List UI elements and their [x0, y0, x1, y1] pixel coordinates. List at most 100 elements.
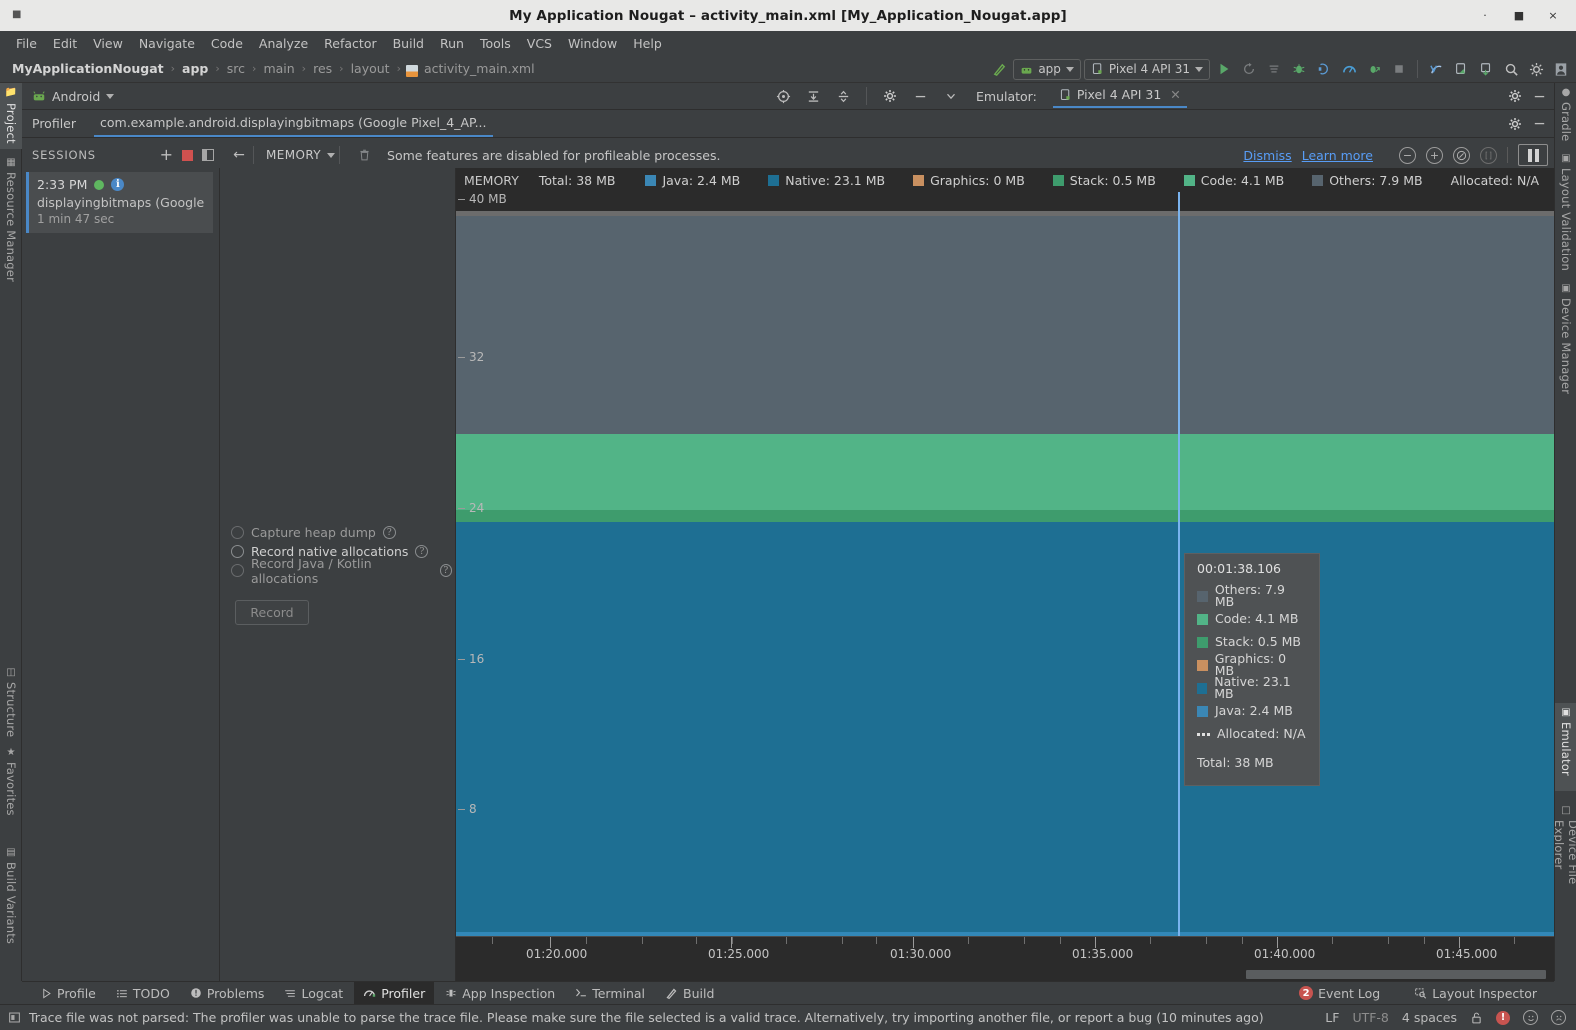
sidebar-item-structure[interactable]: ◫ Structure [0, 663, 22, 739]
memory-plot-area[interactable] [456, 211, 1554, 980]
breadcrumb-layout[interactable]: layout [349, 61, 392, 76]
breadcrumb-main[interactable]: main [261, 61, 296, 76]
stop-icon[interactable] [1388, 58, 1410, 80]
sidebar-item-project[interactable]: 📁 Project [0, 83, 22, 149]
sidebar-item-build-variants[interactable]: ▤ Build Variants [0, 843, 22, 949]
sidebar-item-favorites[interactable]: ★ Favorites [0, 743, 22, 823]
sad-face-icon[interactable] [1551, 1010, 1566, 1025]
menu-item-file[interactable]: File [8, 34, 45, 53]
menu-item-refactor[interactable]: Refactor [316, 34, 384, 53]
android-tool-window-title[interactable]: Android [32, 89, 115, 104]
rerun-icon[interactable] [1238, 58, 1260, 80]
attach-to-live-icon[interactable] [1480, 146, 1497, 164]
list-item[interactable]: 2:33 PM i displayingbitmaps (Google Pi..… [26, 172, 213, 233]
zoom-in-icon[interactable]: + [1426, 146, 1443, 164]
toggle-sessions-panel-button[interactable] [202, 149, 214, 161]
trash-icon[interactable] [358, 148, 371, 162]
hammer-icon[interactable] [988, 58, 1010, 80]
radio-button[interactable] [231, 545, 244, 558]
run-configuration-selector[interactable]: app [1013, 58, 1081, 80]
target-icon[interactable] [772, 85, 794, 107]
menu-item-navigate[interactable]: Navigate [131, 34, 203, 53]
expand-icon[interactable] [832, 85, 854, 107]
tab-profiler-session[interactable]: com.example.android.displayingbitmaps (G… [94, 111, 493, 137]
tab-logcat[interactable]: Logcat [275, 982, 352, 1005]
search-icon[interactable] [1500, 58, 1522, 80]
timeline-scrollbar[interactable] [1246, 970, 1546, 979]
option-capture-heap-dump[interactable]: Capture heap dump ? [231, 523, 452, 542]
tab-app-inspection[interactable]: App Inspection [436, 982, 564, 1005]
menu-item-vcs[interactable]: VCS [519, 34, 560, 53]
menu-item-analyze[interactable]: Analyze [251, 34, 316, 53]
help-icon[interactable]: ? [439, 564, 452, 577]
collapse-all-icon[interactable] [802, 85, 824, 107]
sidebar-item-emulator[interactable]: ▣ Emulator [1555, 703, 1576, 791]
pause-icon[interactable] [1518, 144, 1548, 166]
minimize-button[interactable]: · [1478, 9, 1492, 22]
minimize-tool-window-icon[interactable] [1528, 113, 1550, 135]
help-icon[interactable]: ? [382, 526, 396, 539]
hide-tool-window-icon[interactable] [909, 85, 931, 107]
sidebar-item-device-manager[interactable]: ▣ Device Manager [1555, 279, 1576, 395]
sidebar-item-gradle[interactable]: ● Gradle [1555, 83, 1576, 145]
tab-emulator-pixel4[interactable]: Pixel 4 API 31 ✕ [1052, 84, 1187, 108]
reset-zoom-icon[interactable] [1453, 146, 1470, 164]
maximize-button[interactable]: ■ [1512, 9, 1526, 22]
chevron-down-icon[interactable] [940, 85, 962, 107]
profile-icon[interactable] [1338, 58, 1360, 80]
account-icon[interactable] [1550, 58, 1572, 80]
device-selector[interactable]: Pixel 4 API 31 [1083, 58, 1210, 80]
close-button[interactable]: × [1546, 9, 1560, 22]
menu-item-tools[interactable]: Tools [472, 34, 519, 53]
zoom-out-icon[interactable]: − [1399, 146, 1416, 164]
error-indicator-icon[interactable]: ! [1496, 1010, 1510, 1025]
apply-changes-icon[interactable] [1263, 58, 1285, 80]
indent-indicator[interactable]: 4 spaces [1402, 1010, 1457, 1025]
radio-button[interactable] [231, 564, 244, 577]
breadcrumb-res[interactable]: res [311, 61, 334, 76]
info-icon[interactable]: i [111, 178, 125, 191]
back-button[interactable]: ← [229, 147, 249, 163]
tab-profiler[interactable]: Profiler [354, 981, 435, 1005]
breadcrumb-project[interactable]: MyApplicationNougat [10, 61, 166, 76]
tab-problems[interactable]: Problems [181, 982, 274, 1005]
profiler-mode-selector[interactable]: MEMORY [266, 148, 336, 162]
close-icon[interactable]: ✕ [1170, 87, 1180, 102]
dismiss-link[interactable]: Dismiss [1243, 148, 1291, 163]
menu-item-edit[interactable]: Edit [45, 34, 85, 53]
tab-todo[interactable]: TODO [107, 982, 179, 1005]
menu-item-build[interactable]: Build [385, 34, 432, 53]
settings-gear-icon[interactable] [879, 85, 901, 107]
learn-more-link[interactable]: Learn more [1302, 148, 1373, 163]
menu-item-window[interactable]: Window [560, 34, 625, 53]
sync-gradle-icon[interactable] [1425, 58, 1447, 80]
settings-gear-icon[interactable] [1504, 85, 1526, 107]
tab-layout-inspector[interactable]: Layout Inspector [1405, 982, 1546, 1005]
sdk-manager-icon[interactable] [1475, 58, 1497, 80]
status-message[interactable]: Trace file was not parsed: The profiler … [29, 1010, 1264, 1025]
tab-build[interactable]: Build [656, 982, 723, 1005]
chevron-down-icon[interactable] [106, 93, 115, 99]
settings-gear-icon[interactable] [1525, 58, 1547, 80]
menu-item-code[interactable]: Code [203, 34, 251, 53]
breadcrumb-file[interactable]: activity_main.xml [422, 61, 537, 76]
breadcrumb-src[interactable]: src [225, 61, 247, 76]
menu-item-run[interactable]: Run [432, 34, 472, 53]
debug-attach-icon[interactable] [1313, 58, 1335, 80]
sidebar-item-layout-validation[interactable]: ▣ Layout Validation [1555, 149, 1576, 273]
lock-icon[interactable] [1470, 1011, 1483, 1025]
add-session-button[interactable]: + [160, 147, 173, 163]
tab-terminal[interactable]: Terminal [566, 982, 654, 1005]
profile-arrow-icon[interactable] [1363, 58, 1385, 80]
option-record-java-kotlin-allocations[interactable]: Record Java / Kotlin allocations ? [231, 556, 452, 586]
happy-face-icon[interactable] [1523, 1010, 1538, 1025]
sidebar-item-device-file-explorer[interactable]: □ Device File Explorer [1552, 801, 1576, 937]
line-separator-indicator[interactable]: LF [1325, 1010, 1339, 1025]
stop-session-button[interactable] [182, 149, 193, 161]
run-icon[interactable] [1213, 58, 1235, 80]
tab-profile[interactable]: Profile [32, 982, 105, 1005]
menu-item-help[interactable]: Help [625, 34, 670, 53]
window-controls[interactable]: · ■ × [1478, 0, 1568, 31]
avd-manager-icon[interactable] [1450, 58, 1472, 80]
menu-item-view[interactable]: View [85, 34, 131, 53]
